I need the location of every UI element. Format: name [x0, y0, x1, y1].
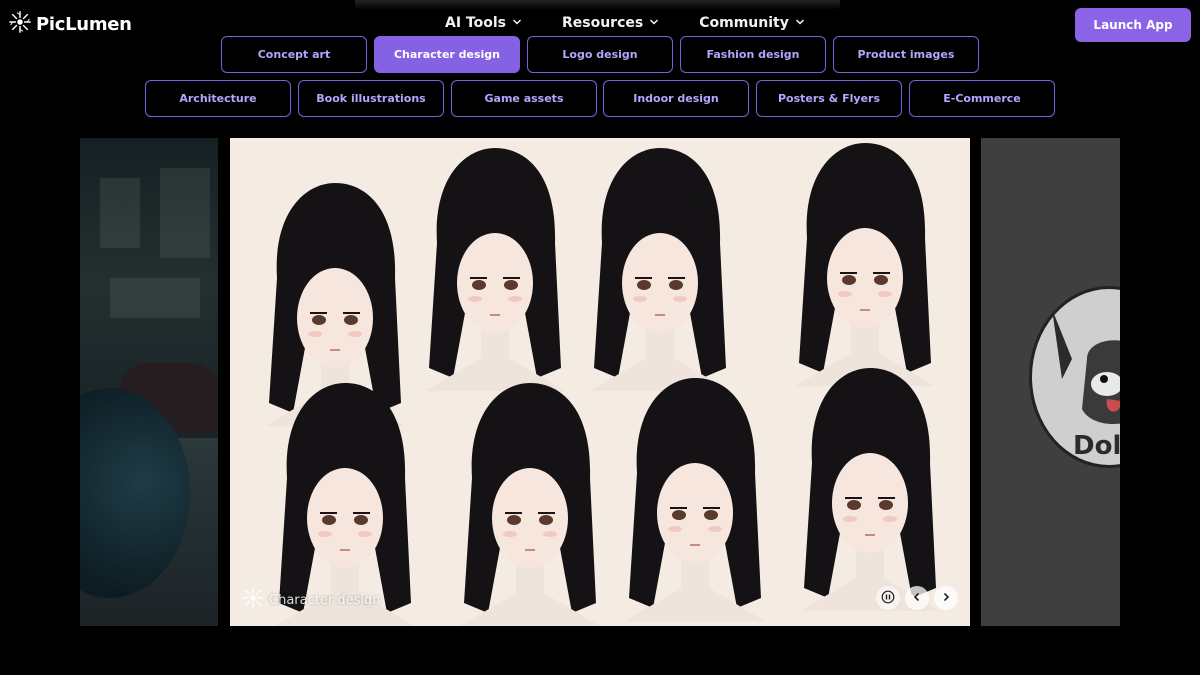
nav-item-label: Community [699, 15, 789, 31]
slide-caption: Character design [242, 587, 380, 613]
character-portrait [589, 147, 731, 392]
carousel-main-slide-image[interactable]: Character design [230, 138, 970, 626]
site-header: PicLumen AI Tools Resources Community La… [0, 0, 1200, 50]
slide-caption-text: Character design [269, 592, 381, 608]
category-posters-flyers[interactable]: Posters & Flyers [756, 80, 902, 117]
chevron-down-icon [649, 15, 659, 31]
category-indoor-design[interactable]: Indoor design [603, 80, 749, 117]
window-light [160, 168, 210, 258]
nav-item-label: Resources [561, 15, 644, 31]
chevron-down-icon [512, 15, 522, 31]
character-portrait [424, 147, 566, 392]
sparkle-logo-icon [242, 587, 264, 613]
brand-name: PicLumen [36, 13, 132, 35]
carousel-prev-slide-image[interactable] [80, 138, 218, 626]
chevron-left-icon [910, 589, 924, 608]
nav-ai-tools[interactable]: AI Tools [445, 15, 522, 31]
nav-resources[interactable]: Resources [562, 15, 659, 31]
nav-item-label: AI Tools [445, 15, 506, 31]
category-book-illustrations[interactable]: Book illustrations [298, 80, 444, 117]
character-portrait [799, 367, 941, 612]
carousel-prev-button[interactable] [905, 586, 929, 610]
launch-app-button[interactable]: Launch App [1075, 8, 1191, 42]
category-e-commerce[interactable]: E-Commerce [909, 80, 1055, 117]
character-portrait [794, 142, 936, 387]
category-game-assets[interactable]: Game assets [451, 80, 597, 117]
nav-community[interactable]: Community [699, 15, 805, 31]
chevron-down-icon [795, 15, 805, 31]
chevron-right-icon [939, 589, 953, 608]
brand-logo[interactable]: PicLumen [9, 11, 132, 37]
dog-logo-text: Doll [1073, 431, 1120, 461]
carousel-next-slide-image[interactable]: Doll [981, 138, 1120, 626]
main-nav: AI Tools Resources Community [445, 15, 845, 31]
character-sheet-illustration [264, 142, 941, 626]
character-portrait [624, 377, 766, 622]
category-architecture[interactable]: Architecture [145, 80, 291, 117]
pause-icon [881, 589, 895, 608]
character-portrait [459, 382, 601, 626]
window-light [110, 278, 200, 318]
carousel-next-button[interactable] [934, 586, 958, 610]
sparkle-logo-icon [9, 11, 31, 37]
pause-button[interactable] [876, 586, 900, 610]
top-banner-edge [355, 0, 840, 10]
window-light [100, 178, 140, 248]
